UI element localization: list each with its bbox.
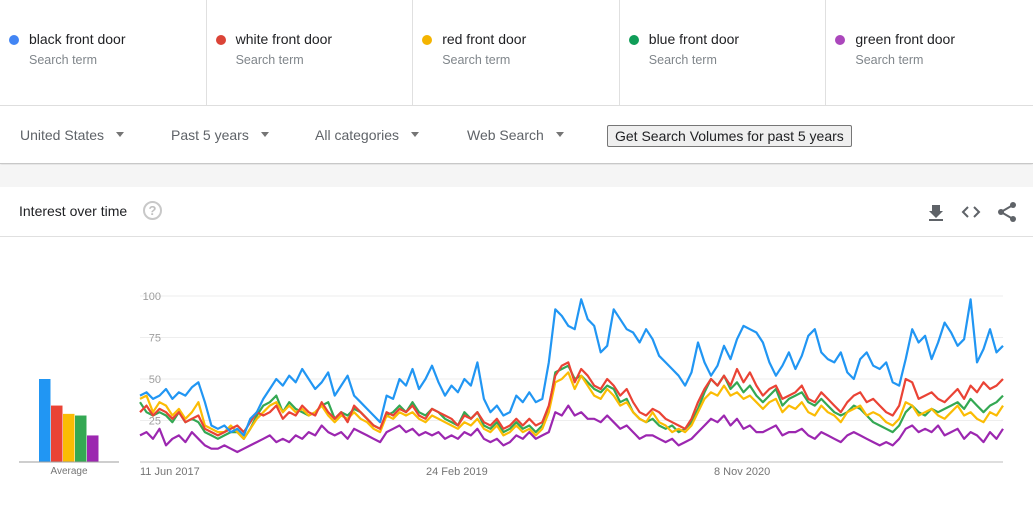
term-card-0[interactable]: black front door Search term: [0, 0, 207, 106]
time-range-dropdown[interactable]: Past 5 years: [171, 127, 269, 143]
series-line-red-front-door: [139, 371, 1004, 440]
term-type: Search term: [442, 53, 511, 67]
term-card-2[interactable]: red front door Search term: [413, 0, 620, 106]
region-dropdown[interactable]: United States: [20, 127, 125, 143]
x-tick-label: 24 Feb 2019: [426, 466, 488, 478]
filter-bar: United States Past 5 years All categorie…: [0, 106, 1033, 164]
region-label: United States: [20, 127, 105, 143]
y-tick-label: 25: [149, 416, 161, 428]
term-name: red front door: [442, 31, 527, 47]
time-range-label: Past 5 years: [171, 127, 249, 143]
average-bar: [75, 415, 87, 462]
share-icon[interactable]: [996, 201, 1018, 223]
y-tick-label: 75: [149, 333, 161, 345]
series-line-black-front-door: [139, 298, 1004, 437]
category-label: All categories: [315, 127, 400, 143]
search-type-label: Web Search: [467, 127, 544, 143]
term-type: Search term: [648, 53, 717, 67]
caret-down-icon: [411, 131, 420, 137]
term-card-3[interactable]: blue front door Search term: [620, 0, 827, 106]
embed-icon[interactable]: [960, 201, 982, 223]
download-icon[interactable]: [925, 201, 947, 223]
term-color-dot: [628, 35, 639, 45]
card-header: Interest over time ?: [0, 187, 1033, 237]
term-card-1[interactable]: white front door Search term: [207, 0, 414, 106]
series-line-white-front-door: [139, 361, 1004, 437]
term-type: Search term: [29, 53, 98, 67]
average-bar: [87, 435, 99, 462]
section-divider: [0, 165, 1033, 187]
caret-down-icon: [116, 131, 125, 137]
caret-down-icon: [260, 131, 269, 137]
interest-chart[interactable]: Average 25 50 75 100 11 Jun 2017 24 Feb 2019 8…: [0, 237, 1033, 511]
term-name: blue front door: [648, 31, 740, 47]
category-dropdown[interactable]: All categories: [315, 127, 420, 143]
search-type-dropdown[interactable]: Web Search: [467, 127, 564, 143]
card-title: Interest over time: [19, 203, 128, 219]
search-terms-bar: black front door Search term white front …: [0, 0, 1033, 106]
term-color-dot: [835, 35, 846, 45]
average-bar: [63, 413, 75, 462]
caret-down-icon: [555, 131, 564, 137]
term-color-dot: [215, 35, 226, 45]
help-icon[interactable]: ?: [143, 201, 162, 220]
term-name: white front door: [235, 31, 333, 47]
term-color-dot: [422, 35, 433, 45]
term-name: black front door: [29, 31, 126, 47]
term-color-dot: [9, 35, 19, 45]
term-name: green front door: [855, 31, 955, 47]
series-line-blue-front-door: [139, 364, 1004, 440]
term-card-4[interactable]: green front door Search term: [826, 0, 1033, 106]
average-label: Average: [50, 466, 88, 477]
x-tick-label: 11 Jun 2017: [140, 466, 200, 478]
term-type: Search term: [855, 53, 924, 67]
x-tick-label: 8 Nov 2020: [714, 466, 770, 478]
y-tick-label: 100: [143, 291, 161, 303]
average-bar: [39, 379, 51, 462]
average-bar: [51, 405, 63, 462]
term-type: Search term: [235, 53, 304, 67]
get-search-volumes-button[interactable]: Get Search Volumes for past 5 years: [607, 125, 852, 147]
y-tick-label: 50: [149, 374, 161, 386]
